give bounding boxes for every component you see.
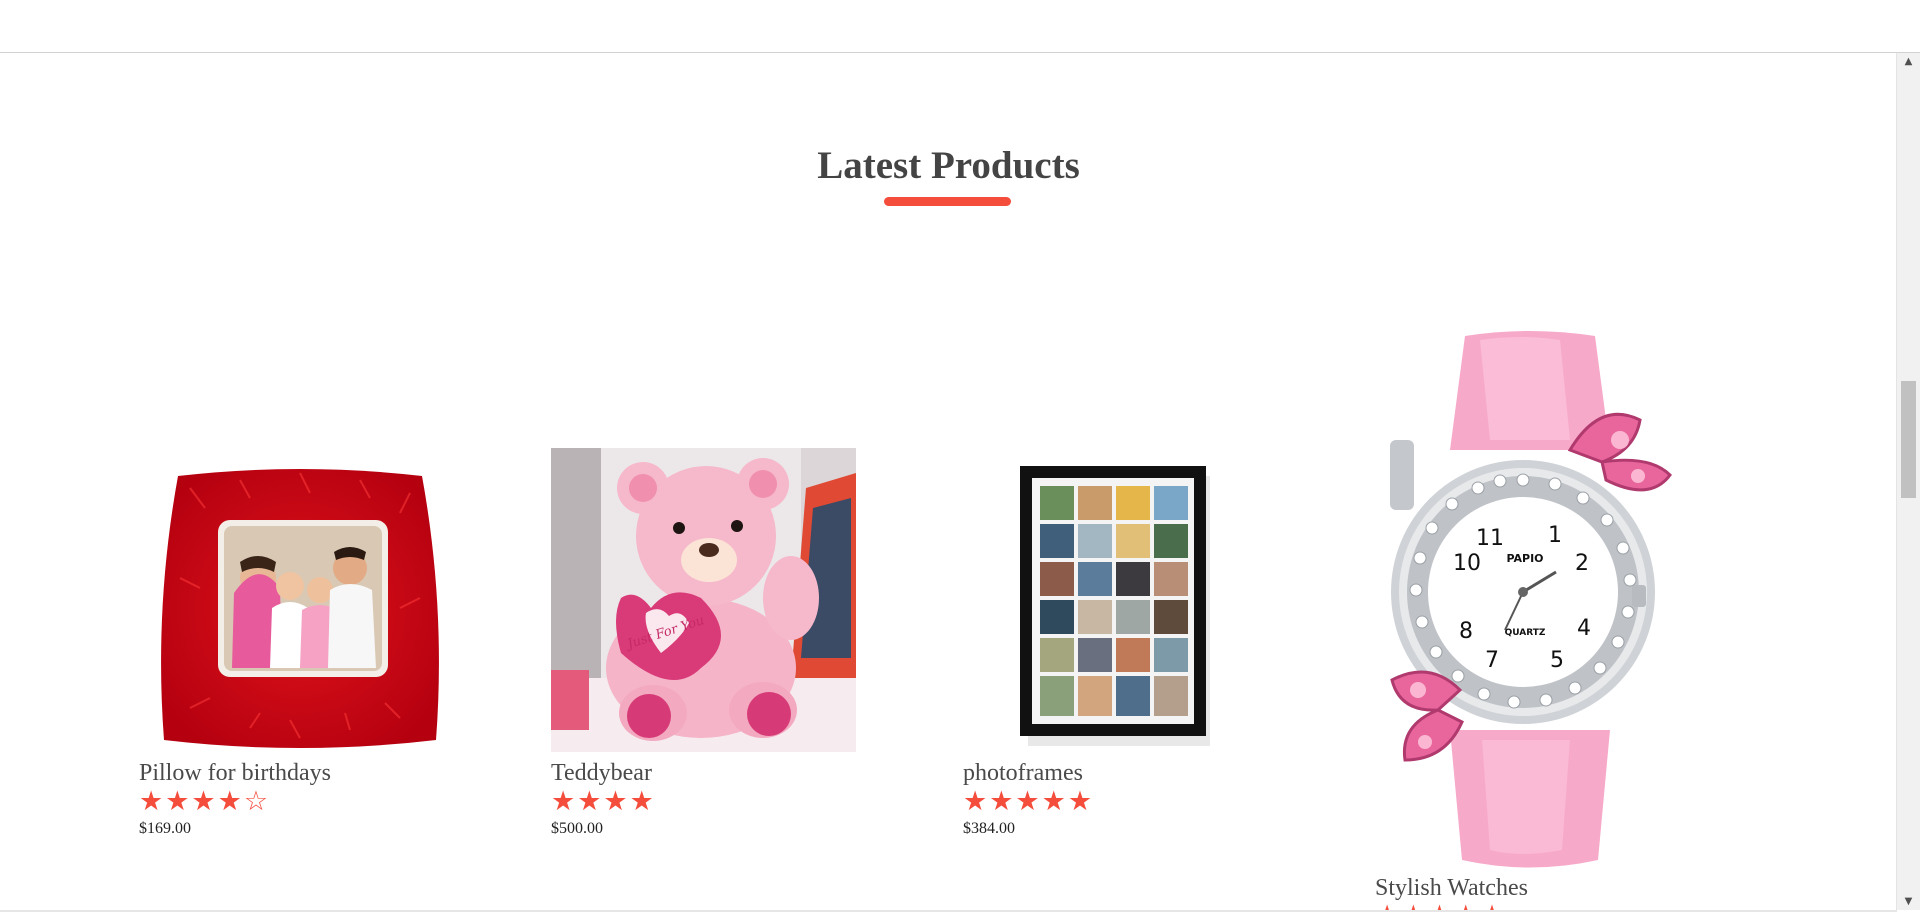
section-title: Latest Products: [817, 144, 1080, 187]
rating-stars: ★★★★: [551, 786, 656, 817]
watch-numeral: 7: [1485, 648, 1499, 673]
pink-butterfly-watch-image[interactable]: 11 1 2 4 5 7 8 10 PAPIO QUARTZ: [1370, 330, 1680, 870]
watch-numeral: 5: [1550, 648, 1564, 673]
product-price: $500.00: [551, 820, 603, 837]
watch-numeral: 4: [1577, 616, 1591, 641]
photo-pillow-image[interactable]: [150, 458, 450, 758]
teddy-bear-image[interactable]: Just For You: [551, 448, 856, 752]
product-price: $384.00: [963, 820, 1015, 837]
watch-type: QUARTZ: [1505, 628, 1546, 638]
rating-stars: ★★★★★: [963, 786, 1095, 817]
rating-stars: ★★★★☆: [139, 786, 271, 817]
product-name[interactable]: Teddybear: [551, 759, 652, 787]
product-price: $169.00: [139, 820, 191, 837]
product-name[interactable]: photoframes: [963, 759, 1083, 787]
photo-collage-frame-image[interactable]: [1020, 466, 1212, 748]
watch-numeral: 8: [1459, 619, 1473, 644]
top-header-bar: [0, 0, 1920, 53]
watch-numeral: 11: [1476, 526, 1504, 551]
watch-brand: PAPIO: [1506, 552, 1543, 565]
vertical-scrollbar[interactable]: ▲ ▼: [1896, 53, 1920, 910]
scroll-up-arrow-icon[interactable]: ▲: [1897, 53, 1920, 70]
title-underline: [884, 197, 1011, 206]
watch-numeral: 1: [1548, 523, 1562, 548]
scroll-down-arrow-icon[interactable]: ▼: [1897, 893, 1920, 910]
scrollbar-thumb[interactable]: [1901, 381, 1916, 498]
watch-numeral: 10: [1453, 551, 1481, 576]
product-name[interactable]: Stylish Watches: [1375, 874, 1528, 902]
product-name[interactable]: Pillow for birthdays: [139, 759, 331, 787]
watch-numeral: 2: [1575, 551, 1589, 576]
